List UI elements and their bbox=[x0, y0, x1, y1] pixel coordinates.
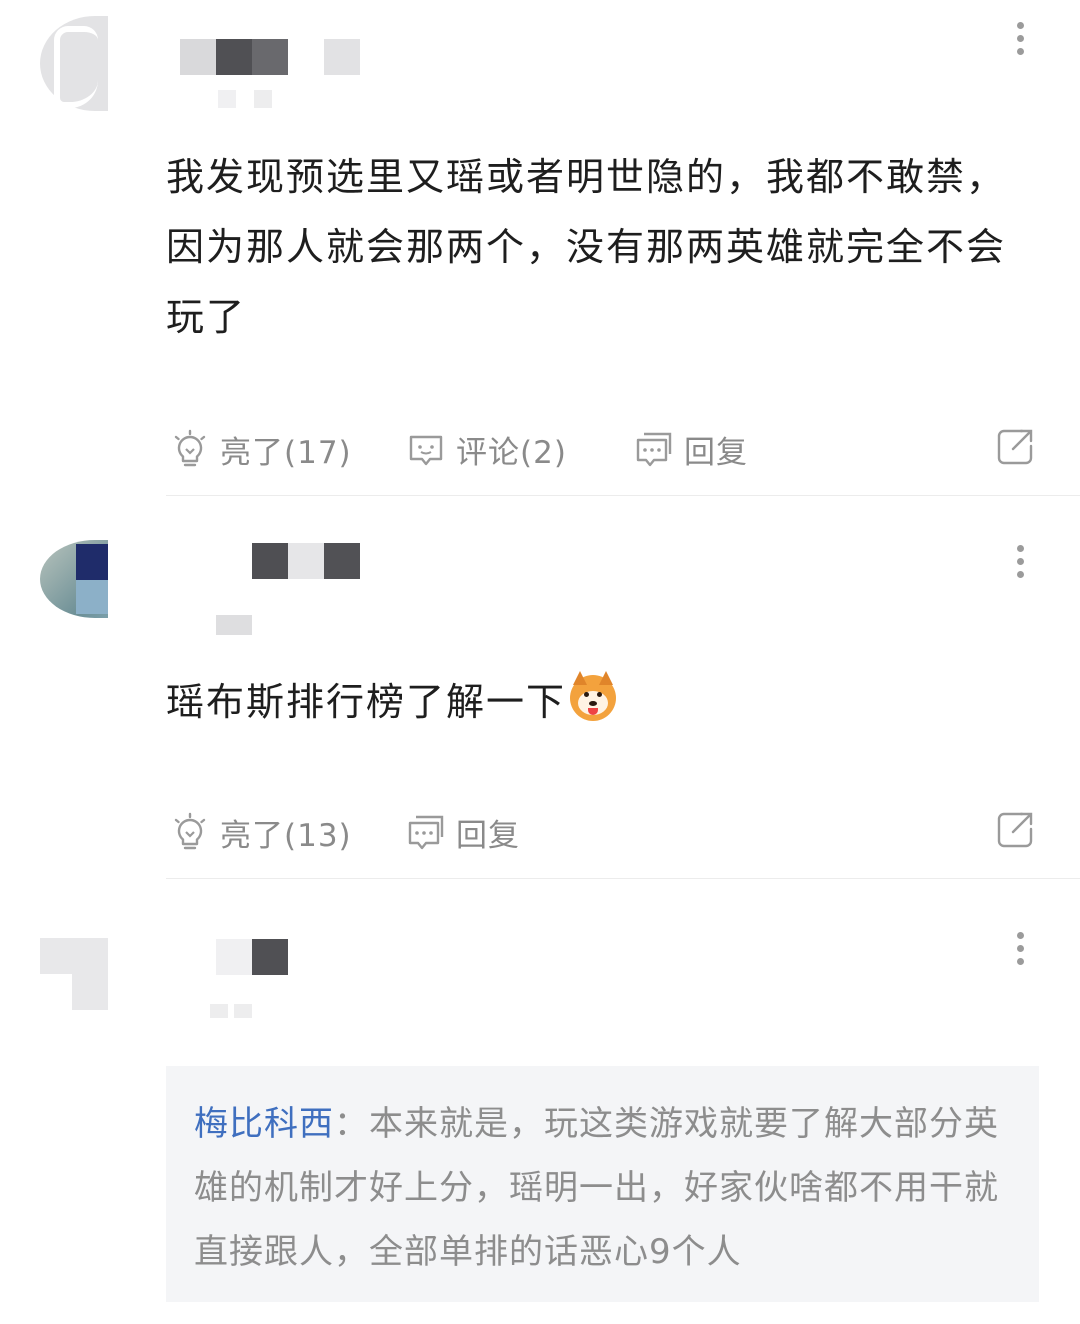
reply-bubble-icon bbox=[636, 432, 672, 467]
quoted-reply[interactable]: 梅比科西：本来就是，玩这类游戏就要了解大部分英雄的机制才好上分，瑶明一出，好家伙… bbox=[166, 1066, 1039, 1302]
quote-separator: ： bbox=[334, 1104, 369, 1144]
username-pixelated[interactable] bbox=[180, 39, 360, 75]
more-icon[interactable] bbox=[1010, 543, 1030, 583]
reply-bubble-icon bbox=[408, 815, 444, 850]
share-icon[interactable] bbox=[996, 809, 1036, 849]
comment-card: 我发现预选里又瑶或者明世隐的，我都不敢禁，因为那人就会那两个，没有那两英雄就完全… bbox=[0, 0, 1080, 496]
reply-button[interactable]: 回复 bbox=[634, 424, 748, 474]
comment-text-content: 瑶布斯排行榜了解一下 bbox=[166, 680, 567, 724]
quoted-author-link[interactable]: 梅比科西 bbox=[194, 1104, 334, 1144]
comment-text: 瑶布斯排行榜了解一下 bbox=[166, 667, 1036, 737]
reply-button[interactable]: 回复 bbox=[406, 807, 520, 857]
comment-count-label: 评论(2) bbox=[456, 434, 567, 471]
avatar[interactable] bbox=[40, 938, 108, 1033]
avatar[interactable] bbox=[40, 540, 108, 635]
comment-bubble-icon bbox=[409, 435, 443, 466]
reply-label: 回复 bbox=[684, 434, 748, 471]
username-pixelated[interactable] bbox=[216, 939, 288, 975]
comment-actions: 亮了(13) 回复 bbox=[166, 807, 1036, 857]
reply-label: 回复 bbox=[456, 817, 520, 854]
comment-button[interactable]: 评论(2) bbox=[406, 424, 567, 474]
avatar-pixel-block bbox=[72, 974, 108, 1010]
avatar-pixel-block bbox=[76, 544, 108, 580]
user-meta-pixelated bbox=[190, 1004, 270, 1024]
lightbulb-icon bbox=[174, 429, 206, 467]
comment-card: 瑶布斯排行榜了解一下 亮了(13) 回复 bbox=[0, 497, 1080, 879]
user-meta-pixelated bbox=[216, 615, 276, 635]
lightbulb-icon bbox=[174, 812, 206, 850]
like-count-label: 亮了(13) bbox=[220, 817, 352, 854]
quoted-reply-text: 梅比科西：本来就是，玩这类游戏就要了解大部分英雄的机制才好上分，瑶明一出，好家伙… bbox=[194, 1092, 1024, 1284]
like-button[interactable]: 亮了(17) bbox=[170, 424, 352, 474]
avatar[interactable] bbox=[40, 16, 108, 111]
more-icon[interactable] bbox=[1010, 930, 1030, 970]
avatar-pixel-block bbox=[76, 580, 108, 614]
username-pixelated[interactable] bbox=[252, 543, 360, 579]
comment-actions: 亮了(17) 评论(2) 回复 bbox=[166, 424, 1036, 474]
like-count-label: 亮了(17) bbox=[220, 434, 352, 471]
shiba-dog-emoji bbox=[570, 671, 617, 721]
avatar-silhouette bbox=[54, 26, 98, 108]
avatar-pixel-block bbox=[40, 938, 108, 974]
comment-text: 我发现预选里又瑶或者明世隐的，我都不敢禁，因为那人就会那两个，没有那两英雄就完全… bbox=[166, 155, 1007, 339]
more-icon[interactable] bbox=[1010, 20, 1030, 60]
user-meta-pixelated bbox=[200, 90, 290, 110]
like-button[interactable]: 亮了(13) bbox=[170, 807, 352, 857]
divider bbox=[166, 878, 1080, 879]
share-icon[interactable] bbox=[996, 426, 1036, 466]
divider bbox=[166, 495, 1080, 496]
